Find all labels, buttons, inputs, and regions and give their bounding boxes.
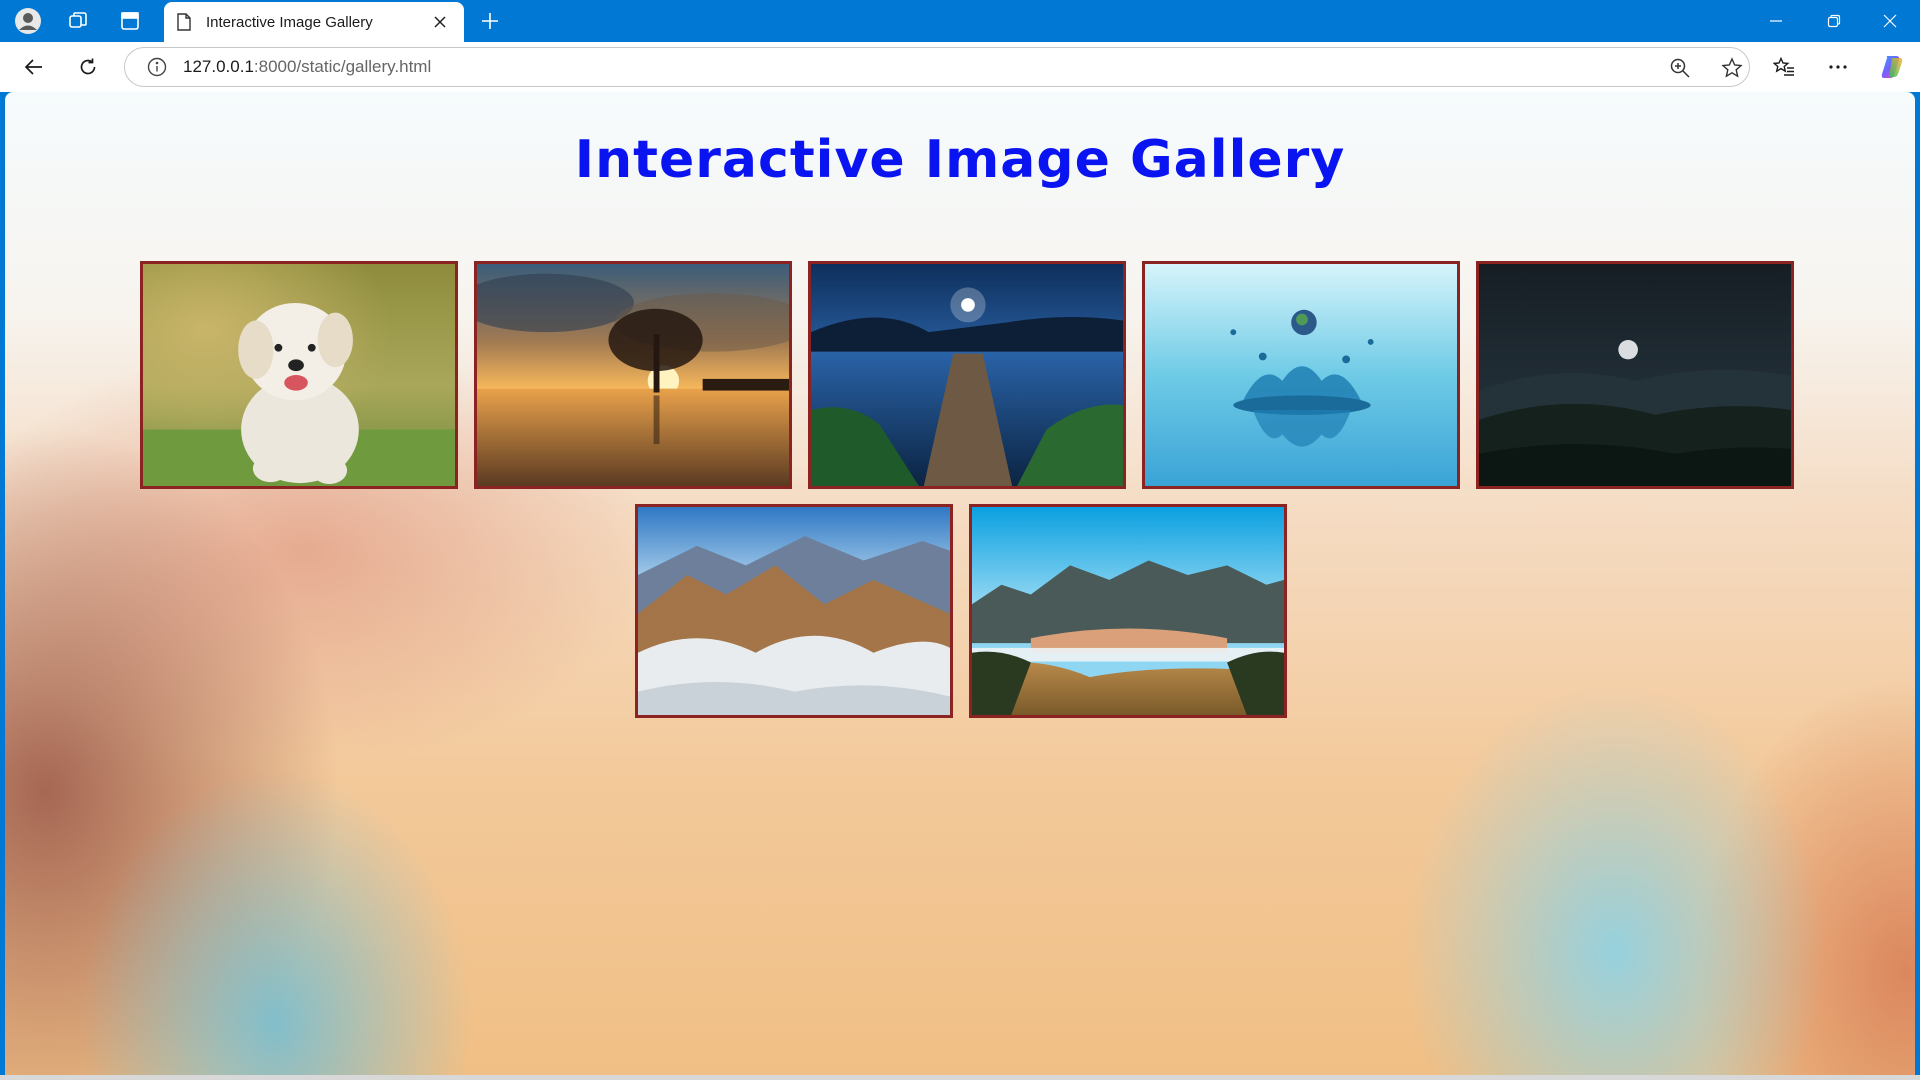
water-splash-image xyxy=(1145,264,1457,486)
more-icon xyxy=(1829,65,1847,69)
url-host: 127.0.0.1 xyxy=(183,57,254,76)
new-tab-button[interactable] xyxy=(472,4,508,38)
zoom-icon xyxy=(1670,58,1690,78)
mountain-range-image xyxy=(972,507,1284,715)
page-viewport: Interactive Image Gallery xyxy=(5,92,1915,1075)
puppy-image xyxy=(143,264,455,486)
restore-icon xyxy=(1827,14,1841,28)
minimize-icon xyxy=(1770,20,1782,22)
url-text[interactable]: 127.0.0.1:8000/static/gallery.html xyxy=(183,57,431,77)
window-bottom-edge xyxy=(0,1075,1920,1080)
plus-icon xyxy=(482,13,498,29)
gallery-image-moon-forest[interactable] xyxy=(1476,261,1794,489)
minimize-button[interactable] xyxy=(1748,0,1804,42)
snowy-mountains-image xyxy=(638,507,950,715)
site-info-button[interactable] xyxy=(145,55,169,79)
star-icon xyxy=(1721,57,1743,78)
vertical-tabs-button[interactable] xyxy=(108,4,152,38)
browser-toolbar: 127.0.0.1:8000/static/gallery.html xyxy=(0,42,1920,92)
close-icon xyxy=(434,16,446,28)
title-bar: Interactive Image Gallery xyxy=(0,0,1920,42)
url-path: :8000/static/gallery.html xyxy=(253,57,432,76)
gallery-image-mountain-range[interactable] xyxy=(969,504,1287,718)
more-button[interactable] xyxy=(1820,49,1856,85)
active-tab[interactable]: Interactive Image Gallery xyxy=(164,2,464,42)
gallery-image-puppy[interactable] xyxy=(140,261,458,489)
workspaces-icon xyxy=(69,12,87,28)
profile-icon xyxy=(15,8,41,34)
lake-pier-image xyxy=(811,264,1123,486)
refresh-icon xyxy=(80,58,96,75)
tab-close-button[interactable] xyxy=(426,8,454,36)
window-close-button[interactable] xyxy=(1862,0,1918,42)
refresh-button[interactable] xyxy=(70,49,106,85)
favorite-button[interactable] xyxy=(1719,55,1745,81)
back-button[interactable] xyxy=(16,49,52,85)
restore-button[interactable] xyxy=(1806,0,1862,42)
address-bar[interactable]: 127.0.0.1:8000/static/gallery.html xyxy=(124,47,1750,87)
window-close-icon xyxy=(1883,14,1897,28)
workspaces-button[interactable] xyxy=(56,4,100,38)
vertical-tabs-icon xyxy=(121,12,139,30)
gallery-image-water-splash[interactable] xyxy=(1142,261,1460,489)
moon-forest-image xyxy=(1479,264,1791,486)
gallery-image-sunset-tree[interactable] xyxy=(474,261,792,489)
copilot-icon xyxy=(1881,56,1903,78)
back-arrow-icon xyxy=(24,59,42,75)
zoom-button[interactable] xyxy=(1667,55,1693,81)
favorites-button[interactable] xyxy=(1766,49,1802,85)
page-title: Interactive Image Gallery xyxy=(574,130,1346,190)
page-icon xyxy=(177,13,191,31)
gallery-image-lake-pier[interactable] xyxy=(808,261,1126,489)
copilot-button[interactable] xyxy=(1874,49,1910,85)
info-icon xyxy=(147,57,167,77)
favorites-icon xyxy=(1773,56,1794,76)
gallery-image-snowy-mountains[interactable] xyxy=(635,504,953,718)
profile-button[interactable] xyxy=(6,4,50,38)
sunset-tree-image xyxy=(477,264,789,486)
tab-title: Interactive Image Gallery xyxy=(206,13,373,31)
